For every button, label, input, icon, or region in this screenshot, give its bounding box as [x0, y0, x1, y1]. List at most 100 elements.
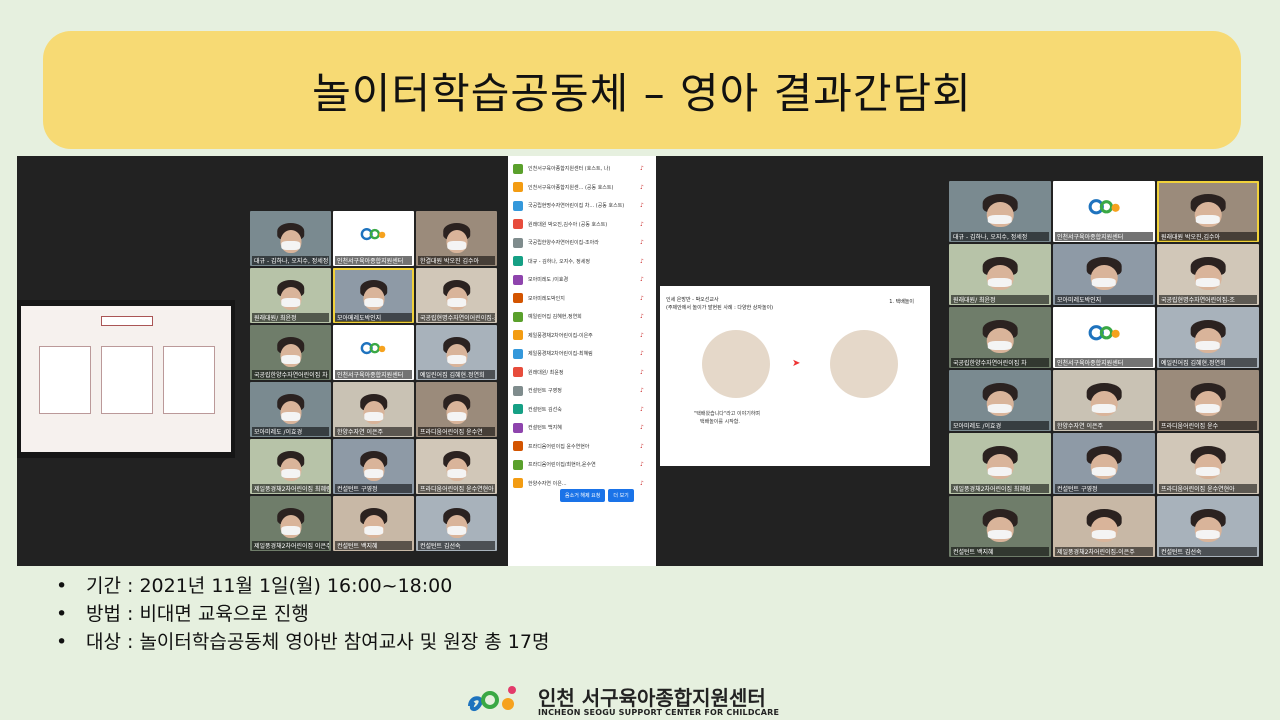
participant-row[interactable]: 모아미레도박인지 ♪	[508, 290, 656, 307]
video-tile[interactable]: 제일풍경채2차어린이집-이은주	[1053, 496, 1155, 557]
participant-avatar	[513, 330, 523, 340]
participant-mask	[1091, 277, 1117, 288]
participant-avatar	[513, 441, 523, 451]
participant-name: 한양수자연 이은주	[1055, 421, 1153, 430]
mic-muted-icon: ♪	[640, 257, 644, 265]
video-tile[interactable]: 예일린어집 김혜현,정연희	[1157, 307, 1259, 368]
participant-row-name: 컨설턴트 김선숙	[528, 406, 562, 413]
mic-muted-icon: ♪	[640, 294, 644, 302]
participant-mask	[280, 298, 301, 308]
participant-avatar	[513, 404, 523, 414]
participant-avatar	[513, 237, 523, 248]
center-logo-icon	[468, 686, 516, 711]
video-tile[interactable]: 제일풍경채2차어린이집 최혜림	[250, 439, 331, 494]
presentation-top-right: 1. 택배놀이	[889, 299, 914, 305]
video-tile[interactable]: 인천서구육아종합지원센터	[1053, 307, 1155, 368]
participant-mask	[1195, 403, 1221, 414]
participant-mask	[446, 298, 467, 308]
video-tile[interactable]: 프라디움어린이집 윤수연	[416, 382, 497, 437]
mic-muted-icon: ♪	[640, 276, 644, 283]
participant-name: 원래대원/ 최윤정	[951, 295, 1049, 304]
participant-row[interactable]: 제일풍경채2차어린이집-최혜림 ♪	[508, 345, 656, 362]
video-tile[interactable]: 국공립한양수자연어린이집 차	[250, 325, 331, 380]
participant-row[interactable]: 대규 - 김하나, 오지수, 정세정 ♪	[508, 253, 656, 270]
participant-row[interactable]: 한양수자연 이은... ♪	[508, 475, 656, 492]
participant-mask	[1195, 214, 1221, 225]
video-tile[interactable]: 프라디움어린이집 윤수연현아	[1157, 433, 1259, 494]
participant-mask	[987, 340, 1013, 351]
participant-name: 컨설턴트 김선숙	[418, 541, 495, 550]
video-tile[interactable]: 컨설턴트 백지혜	[333, 496, 414, 551]
mic-muted-icon: ♪	[640, 331, 644, 339]
participant-name: 모아미레도박인지	[1055, 295, 1153, 304]
video-tile[interactable]: 컨설턴트 구영정	[1053, 433, 1155, 494]
participant-row-name: 컨설턴트 백지혜	[528, 425, 562, 431]
video-tile[interactable]: 컨설턴트 김선숙	[416, 496, 497, 551]
video-tile[interactable]: 프라디움어린이집 윤수	[1157, 370, 1259, 431]
participant-name: 프라디움어린이집 윤수연현아	[1159, 484, 1257, 493]
participant-row[interactable]: 컨설턴트 구영정 ♪	[508, 382, 656, 399]
video-tile[interactable]: 컨설턴트 구영정	[333, 439, 414, 494]
video-tile[interactable]: 제일풍경채2차어린이집 이은주	[250, 496, 331, 551]
video-tile[interactable]: 대규 - 김하나, 오지수, 정세정	[250, 211, 331, 266]
participant-avatar	[513, 219, 523, 229]
mic-muted-icon: ♪	[640, 479, 644, 487]
participant-name: 인천서구육아종합지원센터	[1055, 232, 1153, 241]
participant-row[interactable]: 프라디움어린이집 윤수연현아 ♪	[508, 438, 656, 455]
video-tile[interactable]: 국공립한양수자연어린이집 차	[949, 307, 1051, 368]
participant-name: 제일풍경채2차어린이집-이은주	[1055, 547, 1153, 556]
video-tile[interactable]: 한양수자연 이은주	[1053, 370, 1155, 431]
participant-row[interactable]: 컨설턴트 김선숙 ♪	[508, 401, 656, 418]
video-tile[interactable]: 모아미레도 /이효경	[949, 370, 1051, 431]
participant-row[interactable]: 인천서구육아종합지원센터 (호스트, 나) ♪	[508, 160, 656, 177]
participant-name: 제일풍경채2차어린이집 최혜림	[951, 484, 1049, 493]
video-tile[interactable]: 인천서구육아종합지원센터	[1053, 181, 1155, 242]
participant-row[interactable]: 국공립현명수자연어린이집 차... (공동 호스트) ♪	[508, 197, 656, 214]
participant-row[interactable]: 모아미레도 /이효경 ♪	[508, 271, 656, 288]
center-logo-icon	[360, 342, 386, 355]
video-tile[interactable]: 예일린어집 김혜현.정연희	[416, 325, 497, 380]
video-tile[interactable]: 프라디움어린이집 윤수연현아	[416, 439, 497, 494]
participant-row[interactable]: 원래대원/ 최윤정 ♪	[508, 364, 656, 381]
video-tile[interactable]: 대규 - 김하나, 오지수, 정세정	[949, 181, 1051, 242]
video-tile[interactable]: 국공립현명수자연어린이집-조	[1157, 244, 1259, 305]
video-tile[interactable]: 모아미레도박인지	[1053, 244, 1155, 305]
participant-row[interactable]: 원래대원 박오진,김수아 (공동 호스트) ♪	[508, 216, 656, 233]
participant-row[interactable]: 컨설턴트 백지혜 ♪	[508, 419, 656, 436]
video-tile[interactable]: 모아메레도박인지	[333, 268, 414, 323]
video-tile[interactable]: 한양수자연 이은주	[333, 382, 414, 437]
participant-name: 인천서구육아종합지원센터	[335, 256, 412, 265]
participant-row[interactable]: 제일풍경채2차어린이집-이은주 ♪	[508, 327, 656, 344]
mic-muted-icon: ♪	[640, 183, 644, 191]
video-tile[interactable]: 원래대원 박오진,김수아	[1157, 181, 1259, 242]
participant-name: 제일풍경채2차어린이집 최혜림	[252, 484, 329, 493]
video-tile[interactable]: 원래대원/ 최윤정	[250, 268, 331, 323]
presentation-line-2: (주제안에서 놀이가 발현된 사례 : 다양한 상자놀이)	[666, 305, 774, 311]
participant-row[interactable]: 프라디움어린이집/최현아,윤수연 ♪	[508, 456, 656, 473]
participant-row[interactable]: 인천서구육아종합지원센... (공동 호스트) ♪	[508, 179, 656, 196]
participant-row[interactable]: 국공립한양수자연어린이집-조아라 ♪	[508, 234, 656, 251]
participant-mask	[363, 526, 384, 536]
participant-mask	[987, 214, 1013, 225]
title-banner: 놀이터학습공동체 – 영아 결과간담회	[43, 31, 1241, 149]
video-tile[interactable]: 컨설턴트 김선숙	[1157, 496, 1259, 557]
video-tile[interactable]: 제일풍경채2차어린이집 최혜림	[949, 433, 1051, 494]
mic-muted-icon: ♪	[640, 424, 644, 431]
video-tile[interactable]: 국공립현명수자연이어린이집-조	[416, 268, 497, 323]
participant-row[interactable]: 예일린어집 김혜현,정연희 ♪	[508, 308, 656, 325]
video-tile[interactable]: 모아미레도 /이효경	[250, 382, 331, 437]
participant-row-name: 인천서구육아종합지원센터 (호스트, 나)	[528, 166, 611, 172]
mic-muted-icon: ♪	[640, 405, 644, 413]
participant-name: 컨설턴트 백지혜	[951, 547, 1049, 556]
video-tile[interactable]: 컨설턴트 백지혜	[949, 496, 1051, 557]
video-tile[interactable]: 한결대원 박오진 김수아	[416, 211, 497, 266]
participant-avatar	[513, 459, 523, 470]
document-column	[163, 346, 215, 414]
video-tile[interactable]: 인천서구육아종합지원센터	[333, 211, 414, 266]
participant-mask	[1195, 529, 1221, 540]
mic-muted-icon: ♪	[640, 220, 644, 228]
video-tile[interactable]: 원래대원/ 최윤정	[949, 244, 1051, 305]
participant-row-name: 프라디움어린이집/최현아,윤수연	[528, 462, 596, 468]
participant-avatar	[513, 348, 523, 359]
video-tile[interactable]: 인천서구육아종합지원센터	[333, 325, 414, 380]
